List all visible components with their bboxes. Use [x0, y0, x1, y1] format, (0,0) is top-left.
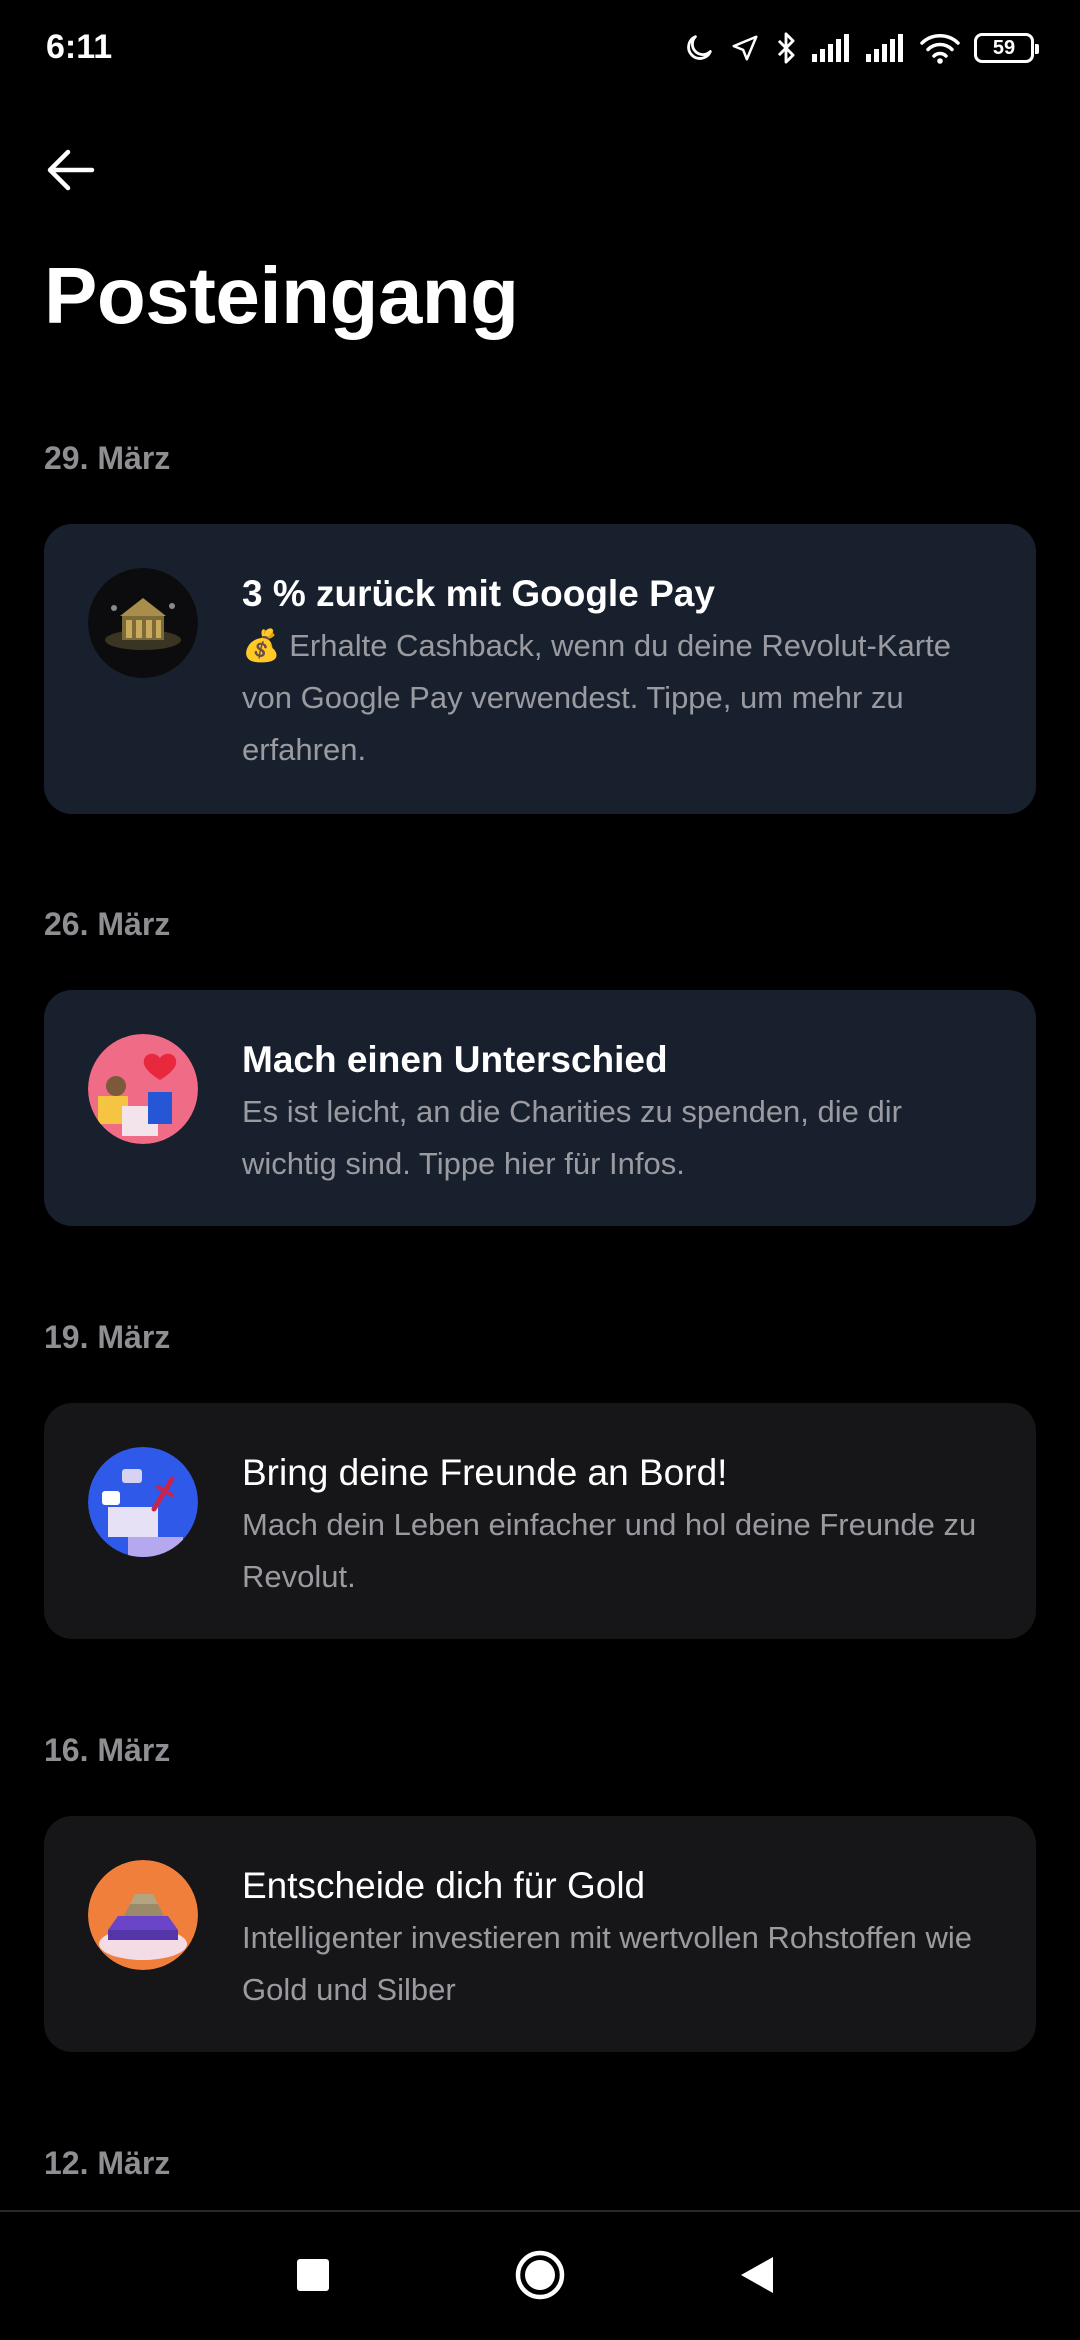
- signal-icon: [812, 34, 852, 62]
- message-body: 💰 Erhalte Cashback, wenn du deine Revolu…: [242, 628, 951, 767]
- message-card[interactable]: Bring deine Freunde an Bord! Mach dein L…: [44, 1403, 1036, 1639]
- home-circle-icon: [514, 2249, 566, 2306]
- wifi-icon: [920, 32, 960, 64]
- date-label: 29. März: [44, 440, 171, 476]
- status-bar: 6:11 59: [0, 0, 1080, 96]
- google-pay-cashback-icon: [88, 568, 198, 678]
- message-card[interactable]: Entscheide dich für Gold Intelligenter i…: [44, 1816, 1036, 2052]
- date-label: 26. März: [44, 906, 171, 942]
- back-button[interactable]: [38, 140, 102, 204]
- back-triangle-icon: [739, 2255, 775, 2300]
- status-time: 6:11: [46, 28, 113, 66]
- message-text: Bring deine Freunde an Bord! Mach dein L…: [242, 1449, 988, 1603]
- message-body: Mach dein Leben einfacher und hol deine …: [242, 1507, 977, 1594]
- gold-bars-icon: [88, 1860, 198, 1970]
- moon-icon: [682, 31, 716, 65]
- message-body: Es ist leicht, an die Charities zu spend…: [242, 1094, 902, 1181]
- arrow-left-icon: [44, 148, 96, 197]
- battery-icon: 59: [974, 33, 1039, 63]
- message-title: 3 % zurück mit Google Pay: [242, 573, 715, 614]
- message-title: Entscheide dich für Gold: [242, 1865, 646, 1906]
- message-title: Mach einen Unterschied: [242, 1039, 668, 1080]
- recents-square-icon: [296, 2258, 330, 2297]
- recents-button[interactable]: [273, 2242, 353, 2312]
- date-label: 16. März: [44, 1732, 171, 1768]
- nav-back-button[interactable]: [717, 2242, 797, 2312]
- home-button[interactable]: [500, 2242, 580, 2312]
- date-label: 12. März: [44, 2145, 171, 2181]
- invite-friends-icon: [88, 1447, 198, 1557]
- message-card[interactable]: Mach einen Unterschied Es ist leicht, an…: [44, 990, 1036, 1226]
- message-title: Bring deine Freunde an Bord!: [242, 1452, 728, 1493]
- message-text: Entscheide dich für Gold Intelligenter i…: [242, 1862, 988, 2016]
- page-title: Posteingang: [44, 251, 519, 340]
- message-card[interactable]: 3 % zurück mit Google Pay 💰 Erhalte Cash…: [44, 524, 1036, 814]
- status-icons: 59: [682, 28, 1039, 68]
- battery-level: 59: [992, 37, 1016, 59]
- charity-heart-icon: [88, 1034, 198, 1144]
- signal-icon: [866, 34, 906, 62]
- message-body: Intelligenter investieren mit wertvollen…: [242, 1920, 973, 2007]
- message-text: Mach einen Unterschied Es ist leicht, an…: [242, 1036, 988, 1190]
- location-arrow-icon: [730, 33, 760, 63]
- date-label: 19. März: [44, 1319, 171, 1355]
- message-text: 3 % zurück mit Google Pay 💰 Erhalte Cash…: [242, 570, 988, 776]
- system-nav-bar: [0, 2212, 1080, 2340]
- bluetooth-icon: [774, 31, 798, 65]
